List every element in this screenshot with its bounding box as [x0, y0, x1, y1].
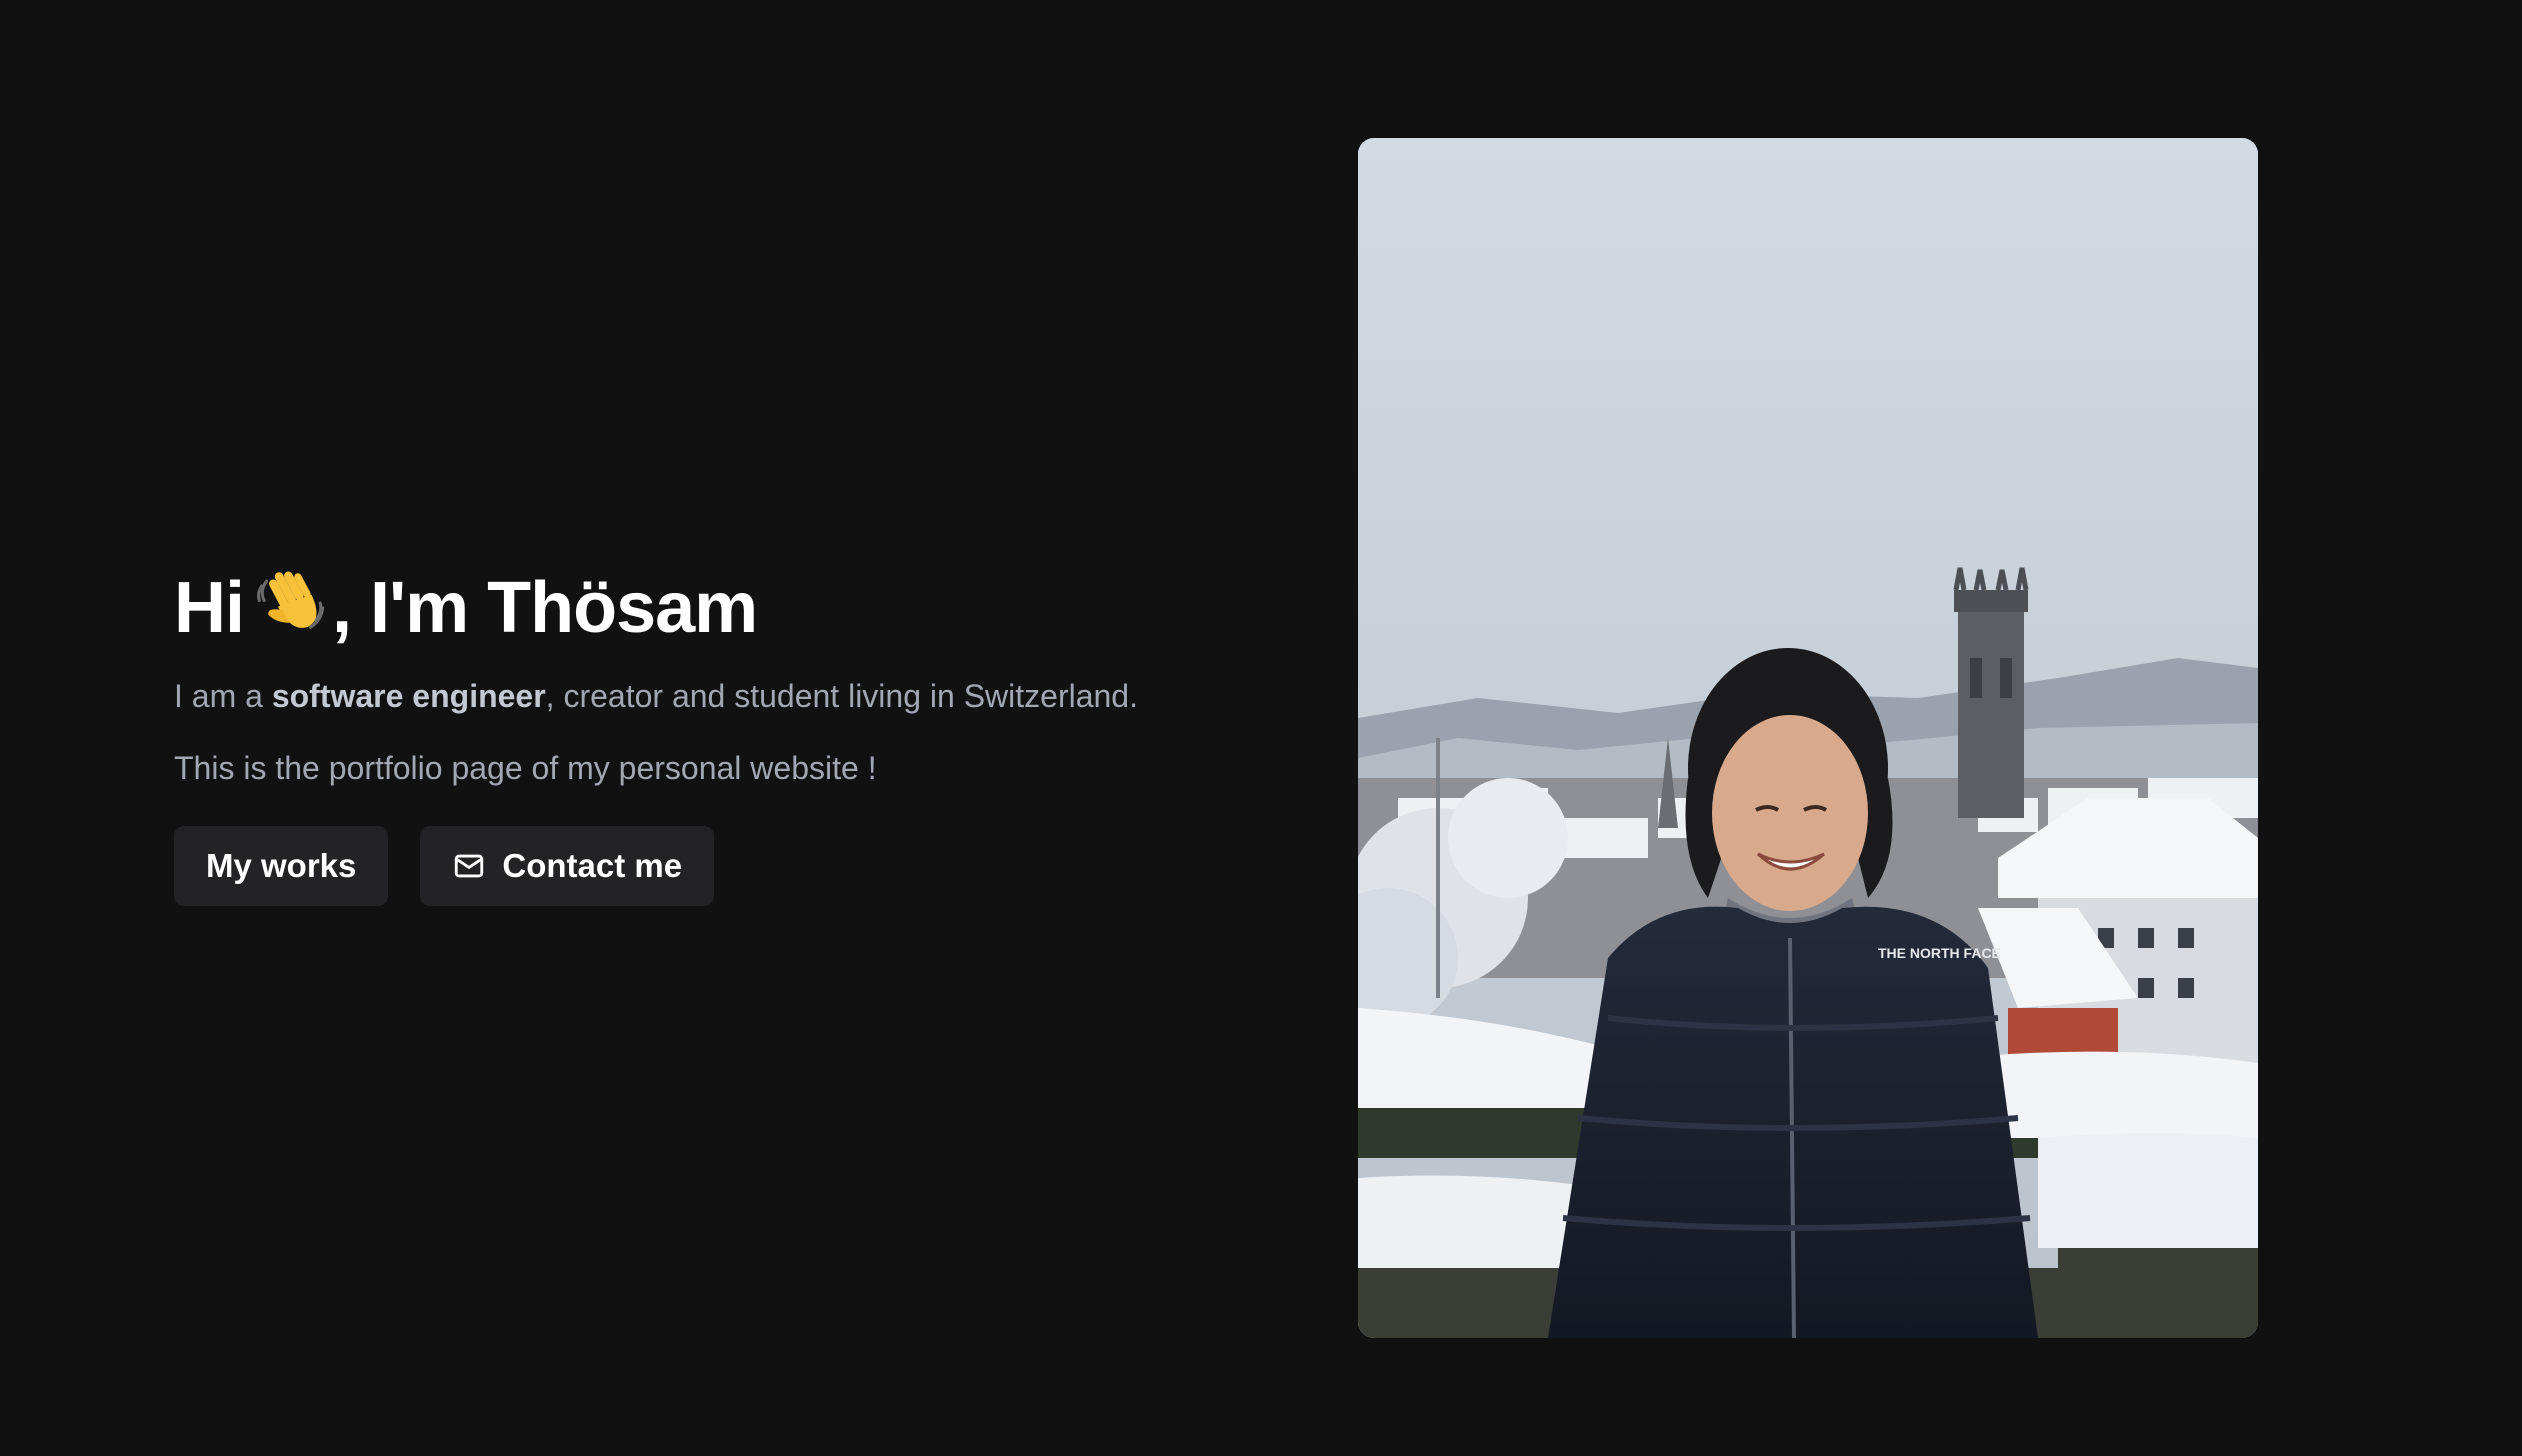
- my-works-button[interactable]: My works: [174, 826, 389, 906]
- contact-me-button[interactable]: Contact me: [420, 826, 715, 906]
- page-title: Hi , I'm Thösam: [174, 560, 1274, 656]
- intro-suffix: , creator and student living in Switzerl…: [545, 678, 1138, 714]
- intro-prefix: I am a: [174, 678, 272, 714]
- contact-me-label: Contact me: [502, 847, 683, 884]
- subtitle-paragraph: This is the portfolio page of my persona…: [174, 750, 877, 786]
- profile-photo: THE NORTH FACE: [1358, 138, 2258, 1338]
- action-buttons: My works Contact me: [174, 826, 1274, 906]
- mail-icon: [455, 854, 484, 878]
- my-works-label: My works: [206, 847, 357, 884]
- intro-highlight: software engineer: [271, 678, 546, 714]
- intro-paragraph: I am a software engineer, creator and st…: [174, 674, 1274, 718]
- jacket-logo-text: THE NORTH FACE: [1878, 945, 2001, 961]
- waving-hand-icon: [256, 571, 325, 629]
- profile-photo-image: THE NORTH FACE: [1358, 138, 2258, 1338]
- greeting-text: Hi: [174, 568, 245, 648]
- hero-section: Hi , I'm Thösam I am a software engineer…: [174, 560, 1274, 906]
- name-text: , I'm Thösam: [332, 568, 758, 648]
- portfolio-page: Hi , I'm Thösam I am a software engineer…: [0, 0, 2522, 1456]
